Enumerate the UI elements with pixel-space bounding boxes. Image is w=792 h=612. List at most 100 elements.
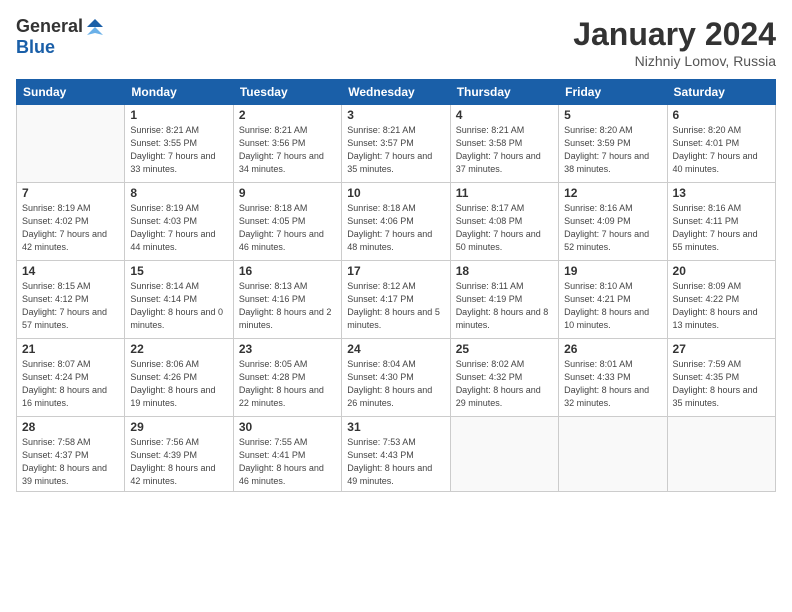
day-number: 29 — [130, 420, 227, 434]
day-number: 15 — [130, 264, 227, 278]
day-info: Sunrise: 8:09 AMSunset: 4:22 PMDaylight:… — [673, 280, 770, 332]
day-number: 30 — [239, 420, 336, 434]
day-info: Sunrise: 8:14 AMSunset: 4:14 PMDaylight:… — [130, 280, 227, 332]
day-info: Sunrise: 8:18 AMSunset: 4:05 PMDaylight:… — [239, 202, 336, 254]
weekday-header-row: Sunday Monday Tuesday Wednesday Thursday… — [17, 80, 776, 105]
day-number: 11 — [456, 186, 553, 200]
day-info: Sunrise: 8:11 AMSunset: 4:19 PMDaylight:… — [456, 280, 553, 332]
logo: General Blue — [16, 16, 105, 58]
table-row: 12 Sunrise: 8:16 AMSunset: 4:09 PMDayligh… — [559, 183, 667, 261]
day-number: 20 — [673, 264, 770, 278]
table-row: 8 Sunrise: 8:19 AMSunset: 4:03 PMDaylight… — [125, 183, 233, 261]
calendar-table: Sunday Monday Tuesday Wednesday Thursday… — [16, 79, 776, 492]
day-number: 28 — [22, 420, 119, 434]
day-info: Sunrise: 8:16 AMSunset: 4:11 PMDaylight:… — [673, 202, 770, 254]
day-number: 4 — [456, 108, 553, 122]
table-row: 31 Sunrise: 7:53 AMSunset: 4:43 PMDayligh… — [342, 417, 450, 492]
day-number: 22 — [130, 342, 227, 356]
table-row: 3Sunrise: 8:21 AMSunset: 3:57 PMDaylight… — [342, 105, 450, 183]
day-number: 12 — [564, 186, 661, 200]
table-row: 10Sunrise: 8:18 AMSunset: 4:06 PMDayligh… — [342, 183, 450, 261]
table-row: 21Sunrise: 8:07 AMSunset: 4:24 PMDayligh… — [17, 339, 125, 417]
logo-blue: Blue — [16, 37, 55, 58]
table-row: 2 Sunrise: 8:21 AMSunset: 3:56 PMDaylight… — [233, 105, 341, 183]
table-row: 23 Sunrise: 8:05 AMSunset: 4:28 PMDayligh… — [233, 339, 341, 417]
day-number: 24 — [347, 342, 444, 356]
day-number: 23 — [239, 342, 336, 356]
day-number: 2 — [239, 108, 336, 122]
page: General Blue January 2024 Nizhniy Lomov,… — [0, 0, 792, 612]
table-row: 9 Sunrise: 8:18 AMSunset: 4:05 PMDaylight… — [233, 183, 341, 261]
table-row: 7Sunrise: 8:19 AMSunset: 4:02 PMDaylight… — [17, 183, 125, 261]
header-tuesday: Tuesday — [233, 80, 341, 105]
day-info: Sunrise: 8:17 AMSunset: 4:08 PMDaylight:… — [456, 202, 553, 254]
day-info: Sunrise: 8:21 AMSunset: 3:58 PMDaylight:… — [456, 124, 553, 176]
day-info: Sunrise: 8:10 AMSunset: 4:21 PMDaylight:… — [564, 280, 661, 332]
day-number: 6 — [673, 108, 770, 122]
day-number: 9 — [239, 186, 336, 200]
day-info: Sunrise: 8:20 AMSunset: 3:59 PMDaylight:… — [564, 124, 661, 176]
table-row: 18 Sunrise: 8:11 AMSunset: 4:19 PMDayligh… — [450, 261, 558, 339]
table-row: 15 Sunrise: 8:14 AMSunset: 4:14 PMDayligh… — [125, 261, 233, 339]
day-info: Sunrise: 8:20 AMSunset: 4:01 PMDaylight:… — [673, 124, 770, 176]
day-number: 17 — [347, 264, 444, 278]
logo-icon — [85, 17, 105, 37]
day-number: 19 — [564, 264, 661, 278]
header-thursday: Thursday — [450, 80, 558, 105]
day-number: 14 — [22, 264, 119, 278]
table-row: 25 Sunrise: 8:02 AMSunset: 4:32 PMDayligh… — [450, 339, 558, 417]
day-info: Sunrise: 7:56 AMSunset: 4:39 PMDaylight:… — [130, 436, 227, 488]
day-number: 21 — [22, 342, 119, 356]
table-row: 16Sunrise: 8:13 AMSunset: 4:16 PMDayligh… — [233, 261, 341, 339]
day-info: Sunrise: 8:21 AMSunset: 3:57 PMDaylight:… — [347, 124, 444, 176]
day-number: 8 — [130, 186, 227, 200]
day-info: Sunrise: 7:53 AMSunset: 4:43 PMDaylight:… — [347, 436, 444, 488]
day-info: Sunrise: 8:12 AMSunset: 4:17 PMDaylight:… — [347, 280, 444, 332]
table-row: 24 Sunrise: 8:04 AMSunset: 4:30 PMDayligh… — [342, 339, 450, 417]
table-row — [667, 417, 775, 492]
table-row: 1 Sunrise: 8:21 AMSunset: 3:55 PMDaylight… — [125, 105, 233, 183]
day-number: 27 — [673, 342, 770, 356]
day-info: Sunrise: 8:16 AMSunset: 4:09 PMDaylight:… — [564, 202, 661, 254]
day-info: Sunrise: 8:21 AMSunset: 3:55 PMDaylight:… — [130, 124, 227, 176]
day-number: 26 — [564, 342, 661, 356]
table-row: 14 Sunrise: 8:15 AMSunset: 4:12 PMDayligh… — [17, 261, 125, 339]
header-monday: Monday — [125, 80, 233, 105]
table-row: 5 Sunrise: 8:20 AMSunset: 3:59 PMDaylight… — [559, 105, 667, 183]
day-info: Sunrise: 8:02 AMSunset: 4:32 PMDaylight:… — [456, 358, 553, 410]
day-info: Sunrise: 8:15 AMSunset: 4:12 PMDaylight:… — [22, 280, 119, 332]
month-title: January 2024 — [573, 16, 776, 53]
table-row: 20 Sunrise: 8:09 AMSunset: 4:22 PMDayligh… — [667, 261, 775, 339]
day-info: Sunrise: 7:58 AMSunset: 4:37 PMDaylight:… — [22, 436, 119, 488]
day-info: Sunrise: 7:55 AMSunset: 4:41 PMDaylight:… — [239, 436, 336, 488]
day-info: Sunrise: 8:19 AMSunset: 4:03 PMDaylight:… — [130, 202, 227, 254]
day-number: 10 — [347, 186, 444, 200]
table-row: 29 Sunrise: 7:56 AMSunset: 4:39 PMDayligh… — [125, 417, 233, 492]
day-number: 18 — [456, 264, 553, 278]
day-number: 31 — [347, 420, 444, 434]
table-row: 22 Sunrise: 8:06 AMSunset: 4:26 PMDayligh… — [125, 339, 233, 417]
table-row: 28 Sunrise: 7:58 AMSunset: 4:37 PMDayligh… — [17, 417, 125, 492]
table-row: 13 Sunrise: 8:16 AMSunset: 4:11 PMDayligh… — [667, 183, 775, 261]
day-info: Sunrise: 8:06 AMSunset: 4:26 PMDaylight:… — [130, 358, 227, 410]
day-number: 25 — [456, 342, 553, 356]
day-info: Sunrise: 8:05 AMSunset: 4:28 PMDaylight:… — [239, 358, 336, 410]
logo-general: General — [16, 16, 83, 37]
header-saturday: Saturday — [667, 80, 775, 105]
day-info: Sunrise: 8:21 AMSunset: 3:56 PMDaylight:… — [239, 124, 336, 176]
table-row: 11 Sunrise: 8:17 AMSunset: 4:08 PMDayligh… — [450, 183, 558, 261]
header: General Blue January 2024 Nizhniy Lomov,… — [16, 16, 776, 69]
day-number: 5 — [564, 108, 661, 122]
title-block: January 2024 Nizhniy Lomov, Russia — [573, 16, 776, 69]
header-wednesday: Wednesday — [342, 80, 450, 105]
day-info: Sunrise: 8:13 AMSunset: 4:16 PMDaylight:… — [239, 280, 336, 332]
table-row: 30 Sunrise: 7:55 AMSunset: 4:41 PMDayligh… — [233, 417, 341, 492]
table-row: 17 Sunrise: 8:12 AMSunset: 4:17 PMDayligh… — [342, 261, 450, 339]
day-number: 13 — [673, 186, 770, 200]
table-row — [17, 105, 125, 183]
day-info: Sunrise: 8:04 AMSunset: 4:30 PMDaylight:… — [347, 358, 444, 410]
header-sunday: Sunday — [17, 80, 125, 105]
table-row: 4 Sunrise: 8:21 AMSunset: 3:58 PMDaylight… — [450, 105, 558, 183]
day-info: Sunrise: 8:19 AMSunset: 4:02 PMDaylight:… — [22, 202, 119, 254]
day-number: 1 — [130, 108, 227, 122]
